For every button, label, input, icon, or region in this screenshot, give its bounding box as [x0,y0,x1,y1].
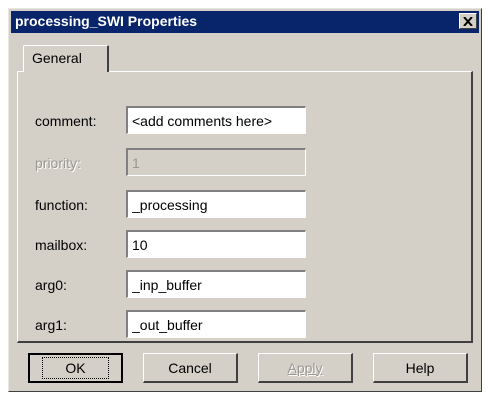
apply-button-label: Apply [287,359,323,376]
mailbox-field[interactable] [126,230,306,258]
title-bar[interactable]: processing_SWI Properties [11,11,479,33]
cancel-button[interactable]: Cancel [143,353,238,383]
tab-general[interactable]: General [23,45,109,72]
ok-button[interactable]: OK [28,353,123,383]
comment-label: comment: [35,113,97,129]
arg0-label: arg0: [35,277,67,293]
function-field[interactable] [126,190,306,218]
arg1-label: arg1: [35,317,67,333]
close-button[interactable] [459,13,477,29]
priority-field [126,148,306,176]
properties-dialog: processing_SWI Properties General commen… [8,8,482,392]
cancel-button-label: Cancel [168,359,212,376]
help-button-label: Help [405,359,435,376]
ok-button-label: OK [42,357,109,379]
priority-label: priority: [35,155,81,171]
arg0-field[interactable] [126,270,306,298]
arg1-field[interactable] [126,310,306,338]
help-button[interactable]: Help [373,353,468,383]
close-icon [463,16,473,26]
function-label: function: [35,197,88,213]
comment-field[interactable] [126,106,306,134]
apply-button: Apply [258,353,353,383]
tab-general-label: General [32,50,82,66]
mailbox-label: mailbox: [35,237,88,253]
window-title: processing_SWI Properties [15,13,198,29]
